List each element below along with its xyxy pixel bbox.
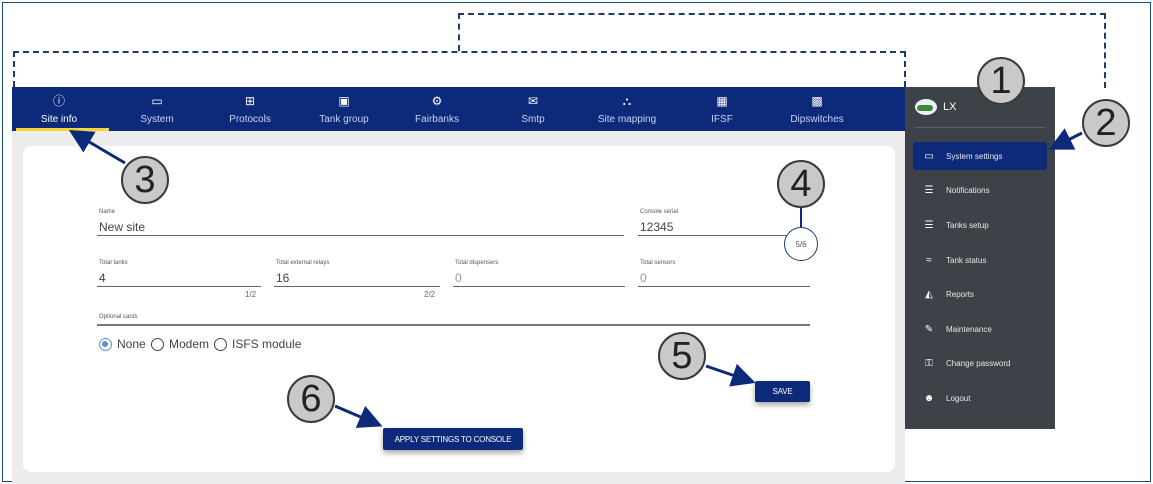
callout-3: 3 xyxy=(121,156,169,204)
callout-2-arrow xyxy=(1048,128,1083,150)
callout-5: 5 xyxy=(658,332,706,380)
console-serial-counter: 5/6 xyxy=(784,227,818,261)
callout-4: 4 xyxy=(777,160,825,208)
callout-6: 6 xyxy=(287,375,335,423)
callout-5-arrow xyxy=(705,363,756,387)
callout-1: 1 xyxy=(977,57,1025,105)
callout-6-arrow xyxy=(334,404,383,428)
callout-2: 2 xyxy=(1082,99,1130,147)
callout-3-arrow xyxy=(68,129,126,165)
